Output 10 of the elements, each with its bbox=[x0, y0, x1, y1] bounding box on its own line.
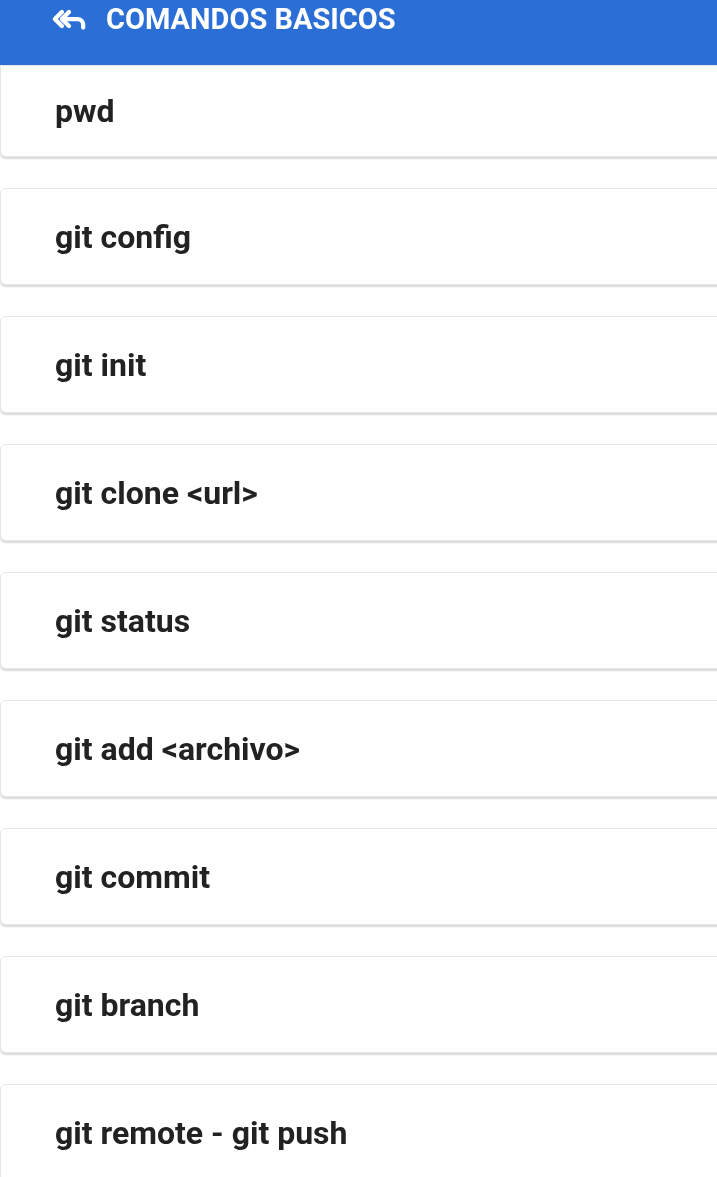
command-item[interactable]: git remote - git push bbox=[0, 1084, 717, 1177]
page-title: COMANDOS BASICOS bbox=[106, 2, 396, 36]
command-item[interactable]: git add <archivo> bbox=[0, 700, 717, 797]
command-item[interactable]: git init bbox=[0, 316, 717, 413]
command-item[interactable]: git config bbox=[0, 188, 717, 285]
command-item[interactable]: git commit bbox=[0, 828, 717, 925]
command-item[interactable]: git clone <url> bbox=[0, 444, 717, 541]
command-item[interactable]: git status bbox=[0, 572, 717, 669]
command-item[interactable]: git branch bbox=[0, 956, 717, 1053]
command-item[interactable]: pwd bbox=[0, 65, 717, 157]
